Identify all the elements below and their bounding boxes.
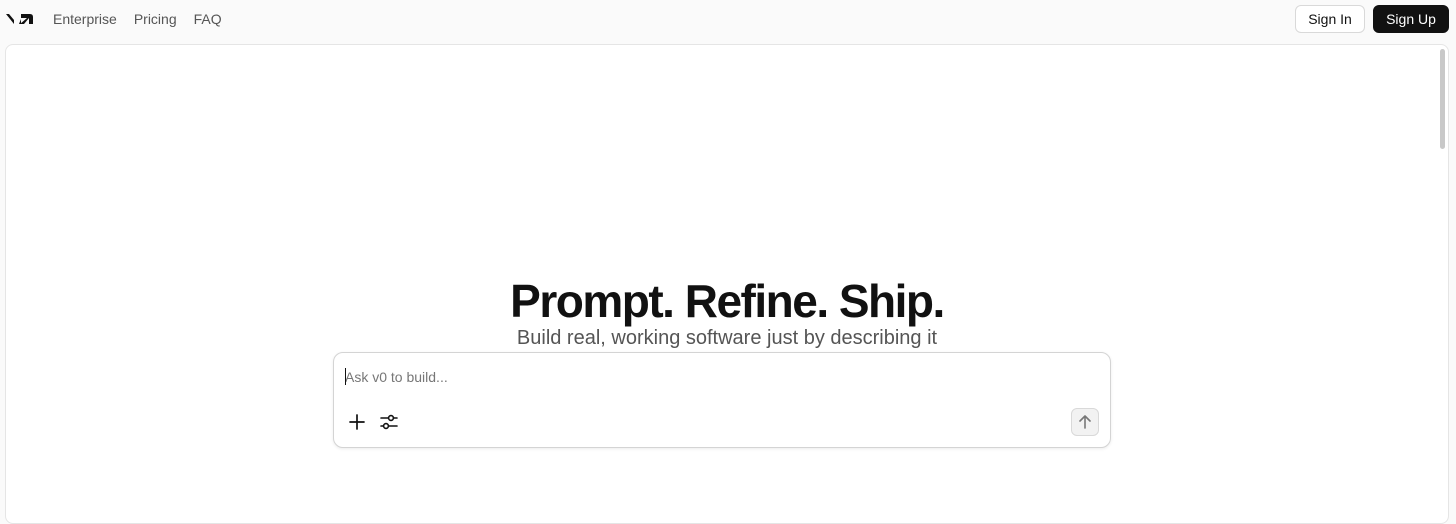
- nav-link-faq[interactable]: FAQ: [194, 11, 222, 27]
- prompt-input[interactable]: [345, 367, 1085, 387]
- main-nav: Enterprise Pricing FAQ: [53, 0, 222, 38]
- auth-buttons: Sign In Sign Up: [1295, 5, 1449, 33]
- send-button[interactable]: [1071, 408, 1099, 436]
- nav-link-pricing[interactable]: Pricing: [134, 11, 177, 27]
- top-navigation-bar: Enterprise Pricing FAQ Sign In Sign Up: [0, 0, 1456, 44]
- main-panel: Prompt. Refine. Ship. Build real, workin…: [5, 44, 1449, 524]
- arrow-up-icon: [1079, 415, 1091, 429]
- sign-up-button[interactable]: Sign Up: [1373, 5, 1449, 33]
- v0-logo-icon[interactable]: [5, 10, 35, 28]
- page-subtitle: Build real, working software just by des…: [516, 327, 938, 349]
- prompt-composer: [333, 352, 1111, 448]
- sign-in-button[interactable]: Sign In: [1295, 5, 1365, 33]
- plus-icon: [349, 414, 365, 430]
- text-cursor: [345, 368, 346, 385]
- prompt-settings-button[interactable]: [378, 411, 400, 433]
- add-attachment-button[interactable]: [346, 411, 368, 433]
- page-title: Prompt. Refine. Ship.: [510, 274, 945, 327]
- nav-link-enterprise[interactable]: Enterprise: [53, 11, 117, 27]
- vertical-scrollbar[interactable]: [1440, 49, 1445, 149]
- sliders-icon: [380, 414, 398, 430]
